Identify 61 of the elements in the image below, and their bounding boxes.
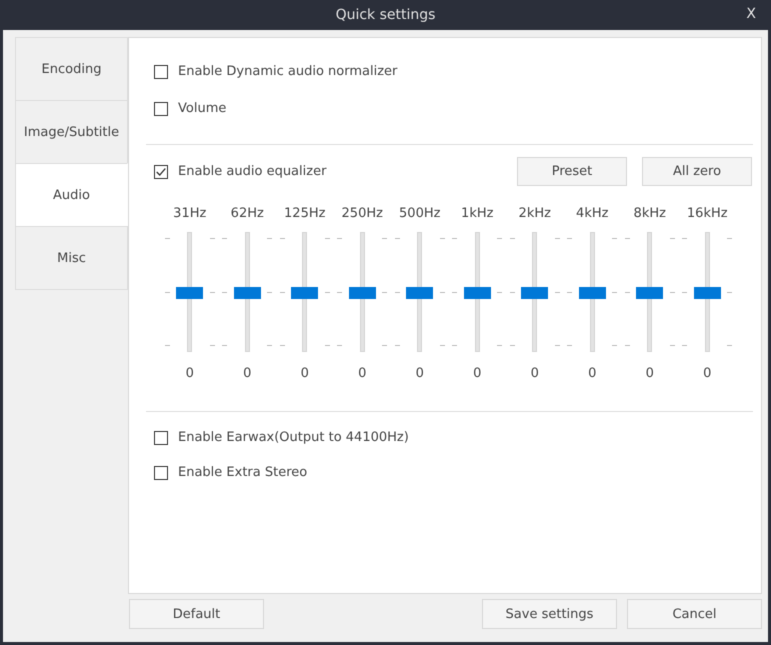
band-label: 16kHz bbox=[686, 206, 728, 223]
band-label: 31Hz bbox=[173, 206, 206, 223]
equalizer-slider[interactable] bbox=[624, 232, 675, 352]
band-value: 0 bbox=[358, 366, 366, 381]
band-label: 2kHz bbox=[518, 206, 551, 223]
slider-thumb[interactable] bbox=[234, 287, 261, 299]
sidebar-tab[interactable]: Audio bbox=[15, 163, 128, 227]
default-button[interactable]: Default bbox=[129, 599, 264, 629]
band-value: 0 bbox=[646, 366, 654, 381]
band-label: 500Hz bbox=[399, 206, 440, 223]
slider-thumb[interactable] bbox=[694, 287, 721, 299]
band-label: 62Hz bbox=[230, 206, 264, 223]
band-value: 0 bbox=[186, 366, 194, 381]
equalizer-button[interactable]: Preset bbox=[517, 157, 627, 186]
equalizer-slider[interactable] bbox=[510, 232, 560, 352]
slider-thumb[interactable] bbox=[406, 287, 434, 299]
equalizer-slider[interactable] bbox=[222, 232, 272, 352]
checkbox[interactable] bbox=[154, 466, 168, 480]
checkbox[interactable] bbox=[154, 102, 168, 116]
equalizer-slider[interactable] bbox=[452, 232, 502, 352]
slider-thumb[interactable] bbox=[348, 287, 376, 299]
equalizer-slider[interactable] bbox=[164, 232, 215, 352]
equalizer-slider[interactable] bbox=[337, 232, 388, 352]
equalizer-slider[interactable] bbox=[682, 232, 732, 352]
band-label: 4kHz bbox=[576, 206, 608, 223]
equalizer-button[interactable]: All zero bbox=[642, 157, 752, 186]
footer-button[interactable]: Save settings bbox=[482, 599, 617, 629]
band-value: 0 bbox=[243, 366, 252, 381]
checkbox[interactable] bbox=[154, 64, 168, 78]
slider-thumb[interactable] bbox=[521, 287, 548, 299]
checkbox-label: Volume bbox=[178, 101, 226, 116]
band-value: 0 bbox=[473, 366, 482, 381]
close-button[interactable]: X bbox=[742, 6, 760, 22]
equalizer-slider[interactable] bbox=[567, 232, 618, 352]
footer-button[interactable]: Cancel bbox=[627, 599, 762, 629]
slider-thumb[interactable] bbox=[636, 287, 664, 299]
equalizer-slider[interactable] bbox=[280, 232, 330, 352]
slider-thumb[interactable] bbox=[176, 287, 204, 299]
band-label: 250Hz bbox=[342, 206, 383, 223]
band-label: 125Hz bbox=[284, 206, 326, 223]
slider-thumb[interactable] bbox=[464, 287, 491, 299]
checkbox-label: Enable audio equalizer bbox=[178, 164, 326, 179]
checkbox-label: Enable Earwax(Output to 44100Hz) bbox=[178, 430, 409, 445]
checkbox[interactable] bbox=[154, 164, 168, 178]
checkbox-label: Enable Dynamic audio normalizer bbox=[178, 64, 398, 79]
band-value: 0 bbox=[703, 366, 712, 381]
band-value: 0 bbox=[416, 366, 424, 381]
band-label: 8kHz bbox=[634, 206, 666, 223]
sidebar-tab[interactable]: Image/Subtitle bbox=[15, 100, 128, 164]
band-value: 0 bbox=[530, 366, 539, 381]
checkbox-label: Enable Extra Stereo bbox=[178, 465, 308, 480]
window-title: Quick settings bbox=[336, 7, 436, 23]
sidebar-tab[interactable]: Misc bbox=[15, 226, 128, 290]
checkbox[interactable] bbox=[154, 430, 168, 444]
band-label: 1kHz bbox=[461, 206, 494, 223]
sidebar-tab[interactable]: Encoding bbox=[15, 37, 128, 101]
band-value: 0 bbox=[588, 366, 596, 381]
slider-thumb[interactable] bbox=[291, 287, 318, 299]
slider-thumb[interactable] bbox=[578, 287, 606, 299]
equalizer-slider[interactable] bbox=[394, 232, 445, 352]
band-value: 0 bbox=[300, 366, 309, 381]
